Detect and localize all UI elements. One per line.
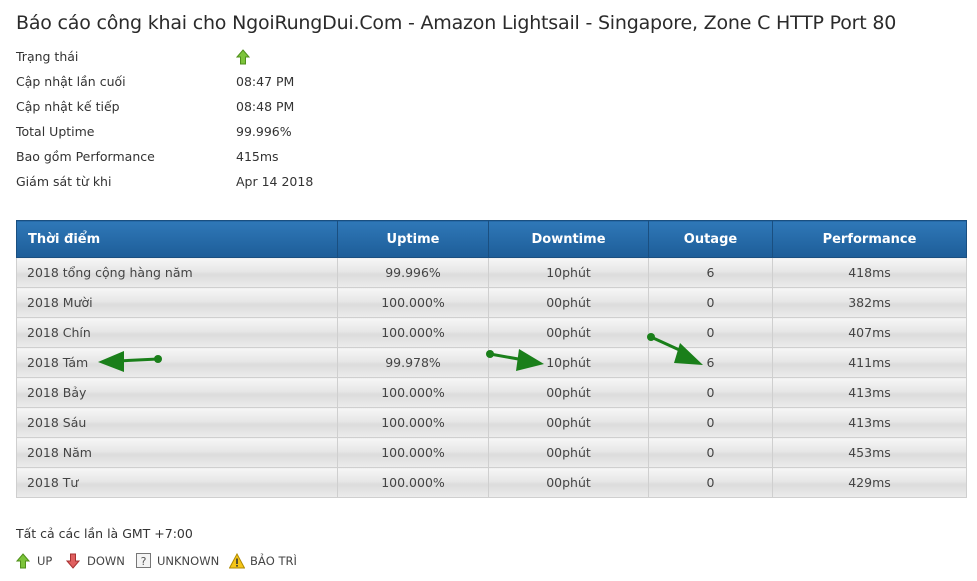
table-row: 2018 tổng cộng hàng năm 99.996% 10phút 6…: [16, 257, 967, 288]
outage-cell: 6: [648, 347, 773, 378]
column-header-downtime: Downtime: [488, 220, 649, 258]
last-update-label: Cập nhật lần cuối: [16, 74, 126, 89]
performance-cell: 407ms: [772, 317, 967, 348]
table-row: 2018 Sáu 100.000% 00phút 0 413ms: [16, 407, 967, 438]
uptime-cell: 100.000%: [337, 377, 489, 408]
downtime-cell: 00phút: [488, 317, 649, 348]
status-row: Trạng thái: [16, 44, 616, 69]
column-header-performance: Performance: [772, 220, 967, 258]
table-row: 2018 Mười 100.000% 00phút 0 382ms: [16, 287, 967, 318]
legend-label: BẢO TRÌ: [250, 554, 297, 568]
table-header-row: Thời điểm Uptime Downtime Outage Perform…: [16, 220, 967, 258]
downtime-cell: 10phút: [488, 257, 649, 288]
downtime-cell: 00phút: [488, 407, 649, 438]
status-summary: Trạng thái Cập nhật lần cuối 08:47 PM Cậ…: [16, 44, 616, 194]
legend-label: UNKNOWN: [157, 554, 220, 568]
monitor-since-label: Giám sát từ khi: [16, 174, 112, 189]
status-label: Trạng thái: [16, 49, 79, 64]
up-arrow-icon: [16, 553, 30, 569]
period-cell: 2018 Tư: [16, 467, 338, 498]
outage-cell: 0: [648, 407, 773, 438]
outage-cell: 0: [648, 437, 773, 468]
performance-cell: 413ms: [772, 407, 967, 438]
page-title: Báo cáo công khai cho NgoiRungDui.Com - …: [16, 12, 897, 34]
period-cell: 2018 Mười: [16, 287, 338, 318]
table-row: 2018 Tư 100.000% 00phút 0 429ms: [16, 467, 967, 498]
downtime-cell: 00phút: [488, 287, 649, 318]
column-header-period: Thời điểm: [16, 220, 338, 258]
performance-cell: 413ms: [772, 377, 967, 408]
table-row: 2018 Tám 99.978% 10phút 6 411ms: [16, 347, 967, 378]
performance-label: Bao gồm Performance: [16, 149, 155, 164]
total-uptime-row: Total Uptime 99.996%: [16, 119, 616, 144]
last-update-value: 08:47 PM: [236, 74, 295, 89]
outage-cell: 0: [648, 287, 773, 318]
period-cell: 2018 Năm: [16, 437, 338, 468]
period-cell: 2018 Sáu: [16, 407, 338, 438]
performance-row: Bao gồm Performance 415ms: [16, 144, 616, 169]
performance-cell: 429ms: [772, 467, 967, 498]
column-header-uptime: Uptime: [337, 220, 489, 258]
downtime-cell: 10phút: [488, 347, 649, 378]
performance-cell: 418ms: [772, 257, 967, 288]
period-cell: 2018 Bảy: [16, 377, 338, 408]
warning-icon: [229, 553, 245, 569]
performance-cell: 411ms: [772, 347, 967, 378]
table-row: 2018 Chín 100.000% 00phút 0 407ms: [16, 317, 967, 348]
legend-label: UP: [37, 554, 53, 568]
timezone-note: Tất cả các lần là GMT +7:00: [16, 526, 193, 541]
monitor-since-value: Apr 14 2018: [236, 174, 314, 189]
downtime-cell: 00phút: [488, 467, 649, 498]
table-row: 2018 Bảy 100.000% 00phút 0 413ms: [16, 377, 967, 408]
uptime-cell: 99.978%: [337, 347, 489, 378]
period-cell: 2018 tổng cộng hàng năm: [16, 257, 338, 288]
uptime-table: Thời điểm Uptime Downtime Outage Perform…: [16, 220, 967, 498]
table-row: 2018 Năm 100.000% 00phút 0 453ms: [16, 437, 967, 468]
uptime-cell: 100.000%: [337, 467, 489, 498]
next-update-value: 08:48 PM: [236, 99, 295, 114]
unknown-icon: ?: [136, 553, 151, 568]
downtime-cell: 00phút: [488, 437, 649, 468]
downtime-cell: 00phút: [488, 377, 649, 408]
up-arrow-icon: [236, 49, 250, 65]
outage-cell: 6: [648, 257, 773, 288]
uptime-cell: 100.000%: [337, 407, 489, 438]
svg-text:?: ?: [141, 555, 147, 568]
uptime-cell: 100.000%: [337, 287, 489, 318]
period-cell: 2018 Chín: [16, 317, 338, 348]
down-arrow-icon: [66, 553, 80, 569]
performance-value: 415ms: [236, 149, 279, 164]
uptime-cell: 100.000%: [337, 317, 489, 348]
monitor-since-row: Giám sát từ khi Apr 14 2018: [16, 169, 616, 194]
outage-cell: 0: [648, 317, 773, 348]
total-uptime-value: 99.996%: [236, 124, 292, 139]
next-update-row: Cập nhật kế tiếp 08:48 PM: [16, 94, 616, 119]
outage-cell: 0: [648, 467, 773, 498]
uptime-cell: 100.000%: [337, 437, 489, 468]
outage-cell: 0: [648, 377, 773, 408]
period-cell: 2018 Tám: [16, 347, 338, 378]
next-update-label: Cập nhật kế tiếp: [16, 99, 120, 114]
uptime-cell: 99.996%: [337, 257, 489, 288]
column-header-outage: Outage: [648, 220, 773, 258]
legend-label: DOWN: [87, 554, 125, 568]
total-uptime-label: Total Uptime: [16, 124, 95, 139]
performance-cell: 453ms: [772, 437, 967, 468]
last-update-row: Cập nhật lần cuối 08:47 PM: [16, 69, 616, 94]
performance-cell: 382ms: [772, 287, 967, 318]
